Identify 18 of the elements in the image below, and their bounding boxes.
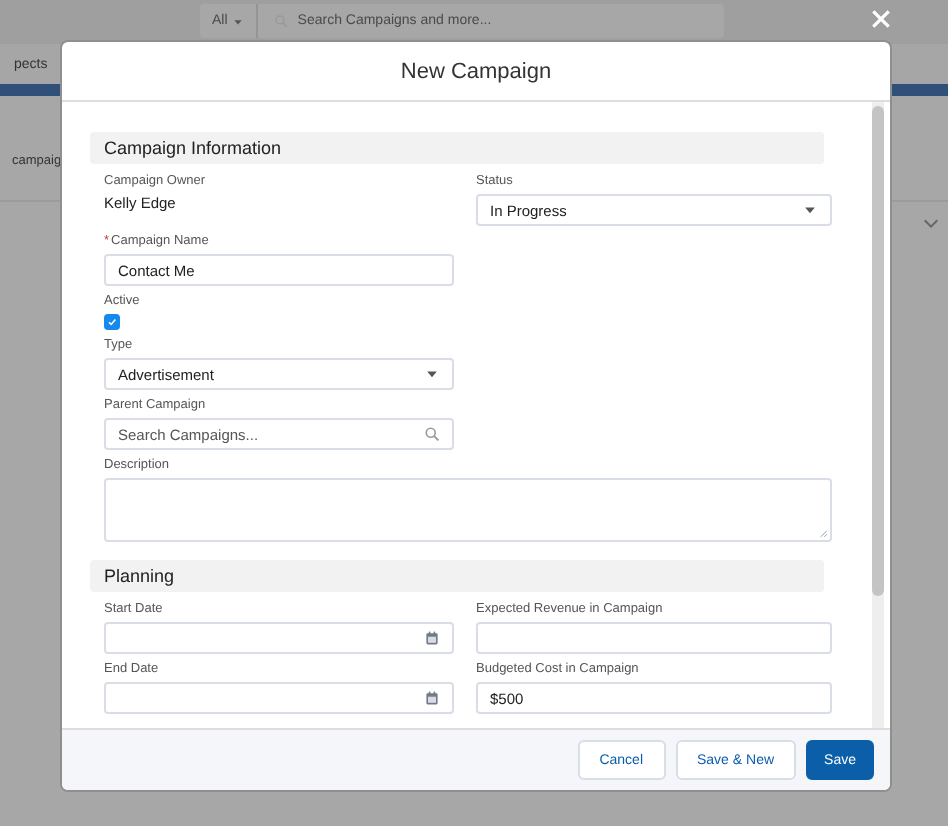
checkbox[interactable] [104, 314, 120, 330]
section-header: Planning [90, 560, 824, 592]
search-icon [424, 426, 440, 442]
date-field[interactable] [104, 622, 454, 654]
calendar-icon [424, 690, 440, 706]
input-field[interactable] [476, 622, 832, 654]
modal-title: New Campaign [400, 59, 552, 83]
caret-icon [231, 15, 244, 27]
close-icon [870, 8, 892, 30]
calendar-icon [424, 630, 440, 646]
caret-icon [424, 366, 440, 382]
text-area[interactable] [104, 478, 832, 542]
caret-icon [802, 202, 818, 218]
resize-handle-icon [816, 526, 828, 538]
section-header: Campaign Information [90, 132, 824, 164]
date-field[interactable] [104, 682, 454, 714]
scrollbar[interactable] [872, 102, 884, 728]
scroll-thumb[interactable] [872, 106, 884, 596]
